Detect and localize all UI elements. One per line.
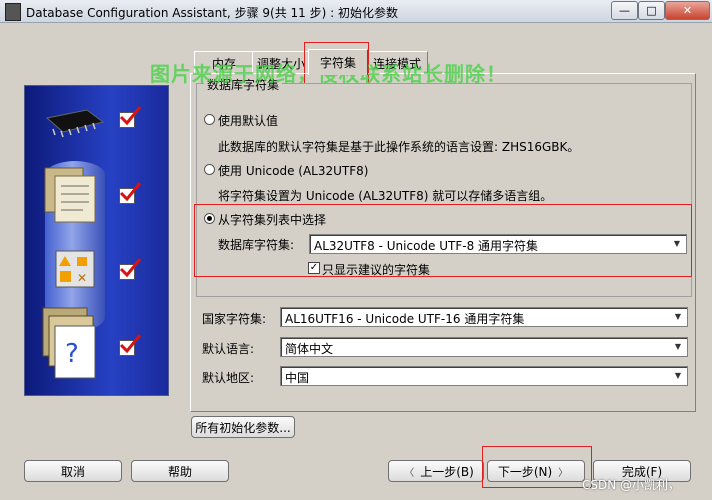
title-bar: Database Configuration Assistant, 步骤 9(共…	[0, 0, 712, 23]
default-territory-select[interactable]: 中国 ▼	[280, 366, 688, 386]
close-button[interactable]: ✕	[665, 1, 710, 20]
help-button[interactable]: 帮助	[131, 460, 229, 482]
label-use-default: 使用默认值	[218, 114, 279, 128]
cancel-button[interactable]: 取消	[24, 460, 122, 482]
chevron-down-icon: ▼	[674, 341, 682, 351]
summary-help-icon: ?	[42, 307, 96, 379]
documents-icon	[44, 167, 96, 223]
checkmark-icon	[119, 258, 142, 278]
default-territory-value: 中国	[285, 371, 310, 385]
radio-use-default[interactable]	[204, 114, 215, 125]
chevron-left-icon: 〈	[404, 467, 415, 479]
app-icon	[5, 3, 21, 21]
step-checkbox-parameters	[119, 258, 142, 280]
checkmark-icon	[119, 182, 142, 202]
step-checkbox-summary	[119, 334, 142, 356]
back-button[interactable]: 〈 上一步(B)	[388, 460, 484, 482]
label-use-unicode: 使用 Unicode (AL32UTF8)	[218, 164, 369, 178]
wizard-illustration: ✕ ?	[24, 85, 169, 396]
all-init-params-button[interactable]: 所有初始化参数...	[191, 416, 295, 438]
step-checkbox-storage	[119, 182, 142, 204]
svg-text:?: ?	[65, 339, 79, 369]
national-charset-select[interactable]: AL16UTF16 - Unicode UTF-16 通用字符集 ▼	[280, 307, 688, 327]
credit-text: CSDN @小凯利，	[582, 478, 681, 492]
default-charset-description: 此数据库的默认字符集是基于此操作系统的语言设置: ZHS16GBK。	[218, 140, 580, 154]
chevron-down-icon: ▼	[674, 311, 682, 321]
step-checkbox-memory	[119, 106, 142, 128]
default-language-label: 默认语言:	[202, 342, 255, 356]
default-language-select[interactable]: 简体中文 ▼	[280, 337, 688, 357]
memory-chip-icon	[45, 109, 105, 138]
default-language-value: 简体中文	[285, 342, 334, 356]
radio-use-unicode[interactable]	[204, 164, 215, 175]
national-charset-value: AL16UTF16 - Unicode UTF-16 通用字符集	[285, 312, 525, 326]
tab-character-sets[interactable]: 字符集	[308, 49, 368, 75]
national-charset-label: 国家字符集:	[202, 312, 267, 326]
back-label: 上一步(B)	[420, 464, 474, 479]
parameters-icon: ✕	[55, 250, 95, 288]
window-title: Database Configuration Assistant, 步骤 9(共…	[26, 6, 398, 20]
default-territory-label: 默认地区:	[202, 371, 255, 385]
svg-text:✕: ✕	[77, 271, 87, 285]
highlight-charset-list	[194, 204, 692, 277]
checkmark-icon	[119, 106, 142, 126]
chevron-down-icon: ▼	[674, 370, 682, 380]
unicode-charset-description: 将字符集设置为 Unicode (AL32UTF8) 就可以存储多语言组。	[218, 189, 553, 203]
highlight-next	[482, 446, 592, 488]
minimize-button[interactable]: —	[611, 1, 638, 20]
maximize-button[interactable]: □	[638, 1, 665, 20]
checkmark-icon	[119, 334, 142, 354]
